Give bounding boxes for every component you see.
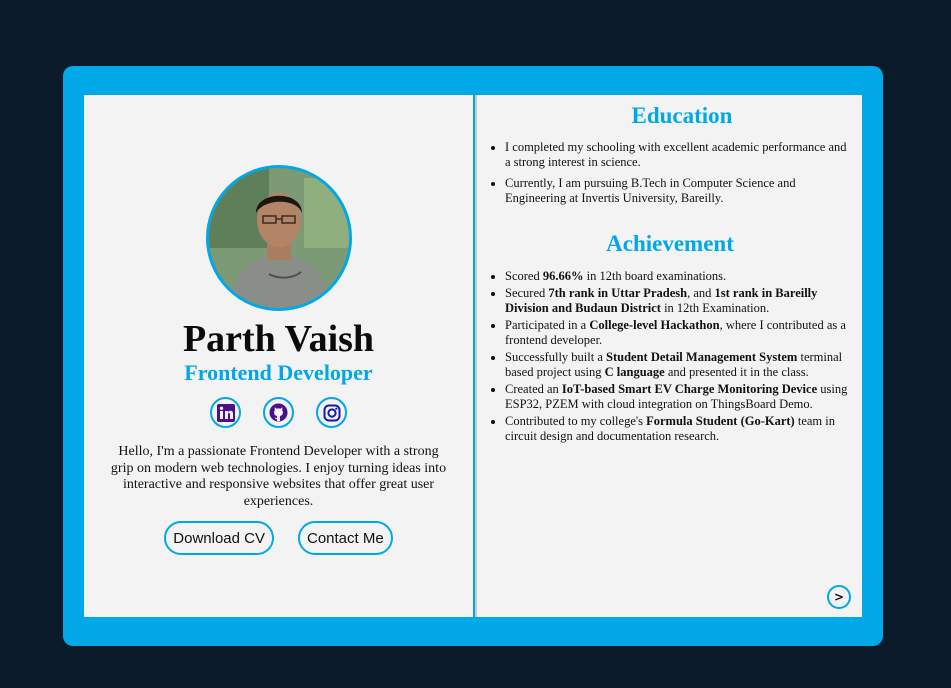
details-page: Education I completed my schooling with …	[475, 95, 862, 617]
text-segment: and presented it in the class.	[664, 365, 809, 379]
text-segment: in 12th board examinations.	[583, 269, 727, 283]
achievement-list: Scored 96.66% in 12th board examinations…	[477, 269, 855, 446]
achievement-title: Achievement	[606, 231, 734, 256]
education-title: Education	[631, 103, 733, 128]
highlight-text: 7th rank in Uttar Pradesh	[548, 286, 688, 300]
profile-photo	[206, 165, 352, 311]
list-item: Secured 7th rank in Uttar Pradesh, and 1…	[505, 286, 855, 316]
list-item: Scored 96.66% in 12th board examinations…	[505, 269, 855, 284]
text-segment: , and	[687, 286, 715, 300]
education-list: I completed my schooling with excellent …	[477, 140, 855, 212]
next-page-button[interactable]: >	[827, 585, 851, 609]
list-item: Participated in a College-level Hackatho…	[505, 318, 855, 348]
highlight-text: 96.66%	[542, 269, 584, 283]
linkedin-link[interactable]	[210, 397, 241, 428]
download-cv-button[interactable]: Download CV	[164, 521, 274, 555]
instagram-link[interactable]	[316, 397, 347, 428]
social-links	[84, 397, 473, 428]
highlight-text: C language	[604, 365, 665, 379]
list-item: Currently, I am pursuing B.Tech in Compu…	[505, 176, 855, 206]
contact-me-button[interactable]: Contact Me	[298, 521, 393, 555]
highlight-text: Formula Student (Go-Kart)	[646, 414, 795, 428]
profile-actions: Download CV Contact Me	[84, 521, 473, 555]
list-item: I completed my schooling with excellent …	[505, 140, 855, 170]
profile-name: Parth Vaish	[182, 318, 375, 360]
linkedin-icon	[216, 403, 235, 422]
text-segment: Scored	[505, 269, 543, 283]
profile-role: Frontend Developer	[184, 360, 373, 385]
profile-page: Parth Vaish Frontend Developer Hello, I'…	[84, 95, 473, 617]
github-link[interactable]	[263, 397, 294, 428]
list-item: Created an IoT-based Smart EV Charge Mon…	[505, 382, 855, 412]
text-segment: Secured	[505, 286, 549, 300]
highlight-text: Student Detail Management System	[606, 350, 798, 364]
instagram-icon	[323, 404, 340, 421]
text-segment: Successfully built a	[505, 350, 607, 364]
profile-bio: Hello, I'm a passionate Frontend Develop…	[110, 444, 447, 509]
highlight-text: College-level Hackathon	[589, 318, 720, 332]
portfolio-book: Parth Vaish Frontend Developer Hello, I'…	[63, 66, 883, 646]
github-icon	[269, 403, 288, 422]
profile-photo-image	[209, 168, 349, 308]
text-segment: in 12th Examination.	[660, 301, 770, 315]
list-item: Contributed to my college's Formula Stud…	[505, 414, 855, 444]
text-segment: Participated in a	[505, 318, 590, 332]
highlight-text: IoT-based Smart EV Charge Monitoring Dev…	[561, 382, 818, 396]
list-item: Successfully built a Student Detail Mana…	[505, 350, 855, 380]
text-segment: Contributed to my college's	[505, 414, 647, 428]
text-segment: Created an	[505, 382, 562, 396]
